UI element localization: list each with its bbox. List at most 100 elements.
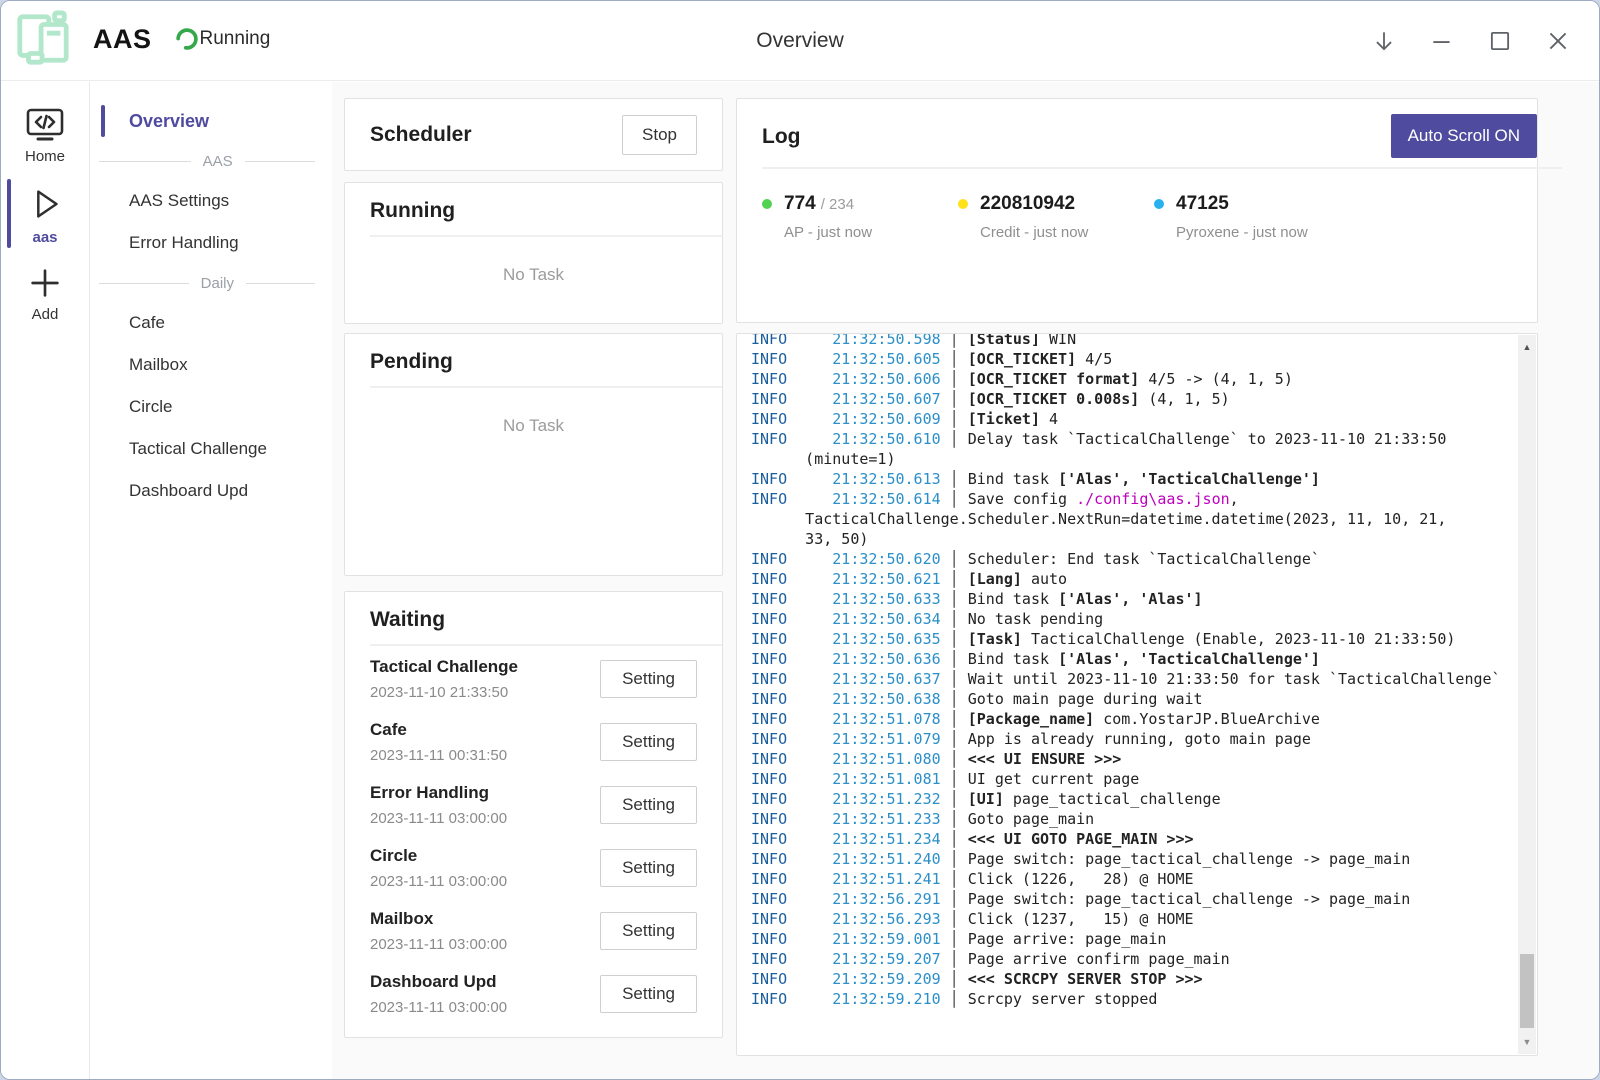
log-timestamp: 21:32:59.001 (832, 930, 940, 948)
log-message: Page arrive: page_main (968, 930, 1167, 948)
log-scroll-area[interactable]: INFO 21:32:50.598 │ [Status] WININFO 21:… (737, 334, 1518, 1055)
auto-scroll-button[interactable]: Auto Scroll ON (1391, 114, 1537, 158)
log-line: INFO 21:32:51.241 │ Click (1226, 28) @ H… (751, 869, 1518, 889)
hide-window-button[interactable] (1371, 28, 1397, 54)
setting-button[interactable]: Setting (600, 723, 697, 761)
stat-dot-icon (958, 199, 968, 209)
log-separator: │ (941, 710, 968, 728)
nav-group-label: Daily (201, 275, 234, 292)
log-separator: │ (941, 990, 968, 1008)
log-separator: │ (941, 334, 968, 348)
waiting-title: Waiting (370, 608, 697, 632)
setting-button[interactable]: Setting (600, 912, 697, 950)
rail-item-aas[interactable]: aas (1, 173, 89, 254)
sidebar-item-dashboard-upd[interactable]: Dashboard Upd (91, 470, 331, 512)
log-separator: │ (941, 570, 968, 588)
rail-item-home[interactable]: Home (1, 96, 89, 173)
left-rail: Home aas Add (1, 82, 90, 1079)
log-separator: │ (941, 350, 968, 368)
scroll-up-icon[interactable]: ▲ (1518, 339, 1536, 355)
log-message: ['Alas', 'Alas'] (1058, 590, 1203, 608)
sidebar-item-aas-settings[interactable]: AAS Settings (91, 180, 331, 222)
waiting-task-row: Error Handling2023-11-11 03:00:00Setting (370, 774, 697, 835)
setting-button[interactable]: Setting (600, 975, 697, 1013)
log-line: INFO 21:32:50.609 │ [Ticket] 4 (751, 409, 1518, 429)
log-message: com.YostarJP.BlueArchive (1094, 710, 1320, 728)
dashboard-stats: 774/ 234AP - just now220810942Credit - j… (762, 193, 1537, 241)
log-message: Page arrive confirm page_main (968, 950, 1230, 968)
log-level: INFO (751, 390, 787, 408)
log-scrollbar[interactable]: ▲ ▼ (1518, 335, 1536, 1054)
waiting-task-name: Error Handling (370, 783, 507, 803)
waiting-task-info: Cafe2023-11-11 00:31:50 (370, 720, 507, 764)
log-level: INFO (751, 570, 787, 588)
scroll-down-icon[interactable]: ▼ (1518, 1034, 1536, 1050)
log-line: INFO 21:32:59.001 │ Page arrive: page_ma… (751, 929, 1518, 949)
rail-item-add[interactable]: Add (1, 254, 89, 331)
log-timestamp: 21:32:56.293 (832, 910, 940, 928)
running-title: Running (370, 199, 697, 223)
log-line: INFO 21:32:51.233 │ Goto page_main (751, 809, 1518, 829)
log-message: Wait until 2023-11-10 21:33:50 for task … (968, 670, 1501, 688)
log-level: INFO (751, 870, 787, 888)
log-separator: │ (941, 630, 968, 648)
log-message: Save config (968, 490, 1076, 508)
setting-button[interactable]: Setting (600, 660, 697, 698)
log-output-card[interactable]: INFO 21:32:50.598 │ [Status] WININFO 21:… (736, 333, 1538, 1056)
log-separator: │ (941, 850, 968, 868)
sidebar-item-error-handling[interactable]: Error Handling (91, 222, 331, 264)
log-separator: │ (941, 830, 968, 848)
waiting-task-next-run: 2023-11-11 03:00:00 (370, 936, 507, 953)
rail-item-label: aas (32, 229, 57, 246)
log-level: INFO (751, 590, 787, 608)
log-separator: │ (941, 410, 968, 428)
log-line: INFO 21:32:51.078 │ [Package_name] com.Y… (751, 709, 1518, 729)
log-timestamp: 21:32:51.233 (832, 810, 940, 828)
log-level: INFO (751, 790, 787, 808)
close-icon (1545, 28, 1571, 54)
log-level: INFO (751, 690, 787, 708)
stat-label: Pyroxene - just now (1176, 224, 1350, 241)
stat-item: 47125Pyroxene - just now (1154, 193, 1350, 241)
log-message: [Lang] (968, 570, 1022, 588)
sidebar-item-tactical-challenge[interactable]: Tactical Challenge (91, 428, 331, 470)
close-button[interactable] (1545, 28, 1571, 54)
log-timestamp: 21:32:51.079 (832, 730, 940, 748)
log-line: INFO 21:32:50.635 │ [Task] TacticalChall… (751, 629, 1518, 649)
maximize-button[interactable] (1487, 28, 1513, 54)
sidebar-item-circle[interactable]: Circle (91, 386, 331, 428)
log-line: INFO 21:32:50.636 │ Bind task ['Alas', '… (751, 649, 1518, 669)
sidebar-item-overview[interactable]: Overview (91, 100, 331, 142)
waiting-task-row: Dashboard Upd2023-11-11 03:00:00Setting (370, 963, 697, 1024)
scrollbar-thumb[interactable] (1520, 954, 1534, 1028)
setting-button[interactable]: Setting (600, 849, 697, 887)
log-line: INFO 21:32:50.613 │ Bind task ['Alas', '… (751, 469, 1518, 489)
log-timestamp: 21:32:59.209 (832, 970, 940, 988)
log-timestamp: 21:32:51.081 (832, 770, 940, 788)
setting-button[interactable]: Setting (600, 786, 697, 824)
log-timestamp: 21:32:50.620 (832, 550, 940, 568)
log-separator: │ (941, 650, 968, 668)
log-message: Scheduler: End task `TacticalChallenge` (968, 550, 1320, 568)
log-timestamp: 21:32:51.080 (832, 750, 940, 768)
waiting-task-info: Mailbox2023-11-11 03:00:00 (370, 909, 507, 953)
log-timestamp: 21:32:51.234 (832, 830, 940, 848)
log-line: INFO 21:32:50.638 │ Goto main page durin… (751, 689, 1518, 709)
log-timestamp: 21:32:50.614 (832, 490, 940, 508)
app-window: AAS Running Overview (0, 0, 1600, 1080)
sidebar-item-cafe[interactable]: Cafe (91, 302, 331, 344)
log-message: Click (1237, 15) @ HOME (968, 910, 1194, 928)
log-separator: │ (941, 690, 968, 708)
sidebar-item-mailbox[interactable]: Mailbox (91, 344, 331, 386)
status-text: Running (200, 28, 271, 50)
stop-button[interactable]: Stop (622, 115, 697, 155)
log-message: [Status] (968, 334, 1040, 348)
waiting-task-row: Cafe2023-11-11 00:31:50 Setting (370, 711, 697, 772)
minimize-button[interactable] (1429, 28, 1455, 54)
log-message: [Ticket] (968, 410, 1040, 428)
log-timestamp: 21:32:50.607 (832, 390, 940, 408)
divider (370, 644, 722, 646)
running-card: Running No Task (344, 182, 723, 324)
log-line: INFO 21:32:50.621 │ [Lang] auto (751, 569, 1518, 589)
log-timestamp: 21:32:56.291 (832, 890, 940, 908)
